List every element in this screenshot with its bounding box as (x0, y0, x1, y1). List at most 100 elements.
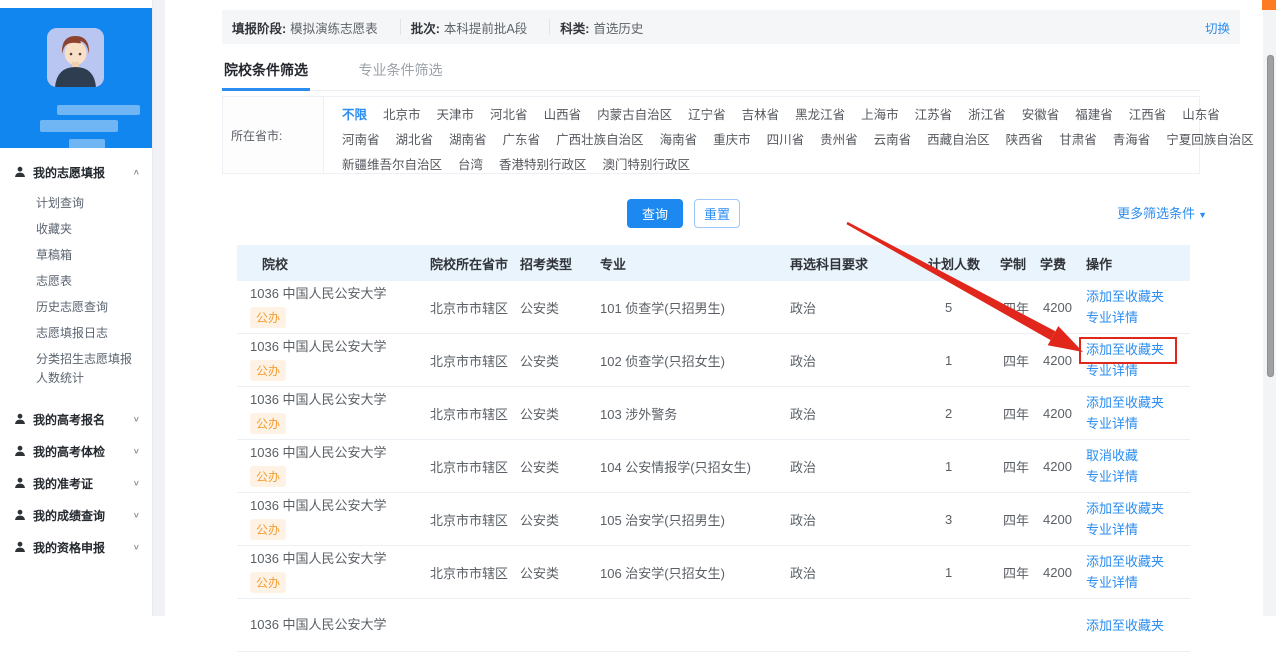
province-option[interactable]: 西藏自治区 (927, 133, 990, 147)
province-option[interactable]: 湖南省 (449, 133, 487, 147)
sidebar-group[interactable]: 我的资格申报 ∨ (0, 531, 152, 563)
duration-cell: 四年 (995, 439, 1035, 493)
sidebar-item[interactable]: 历史志愿查询 (0, 294, 152, 320)
province-option[interactable]: 北京市 (383, 108, 421, 122)
sidebar-item[interactable]: 志愿表 (0, 268, 152, 294)
sidebar-submenu: 计划查询 收藏夹 草稿箱 志愿表 历史志愿查询 志愿填报日志 分类招生志愿填报人数统计 (0, 190, 152, 391)
stage-info-bar: 填报阶段: 模拟演练志愿表 批次: 本科提前批A段 科类: 首选历史 切换 (222, 10, 1240, 44)
province-option[interactable]: 甘肃省 (1059, 133, 1097, 147)
add-to-favorites-link[interactable]: 添加至收藏夹 (1086, 615, 1164, 636)
scrollbar-thumb[interactable] (1267, 55, 1274, 377)
province-option[interactable]: 黑龙江省 (795, 108, 845, 122)
remove-favorite-link[interactable]: 取消收藏 (1086, 445, 1138, 466)
province-option[interactable]: 宁夏回族自治区 (1166, 133, 1254, 147)
add-to-favorites-link[interactable]: 添加至收藏夹 (1086, 551, 1164, 572)
add-to-favorites-link[interactable]: 添加至收藏夹 (1086, 339, 1164, 360)
province-option[interactable]: 上海市 (861, 108, 899, 122)
province-option[interactable]: 山西省 (544, 108, 582, 122)
city-cell: 北京市市辖区 (425, 545, 515, 599)
sidebar-group-volunteer[interactable]: 我的志愿填报 ∧ (0, 160, 152, 184)
province-option[interactable]: 辽宁省 (688, 108, 726, 122)
province-option[interactable]: 天津市 (437, 108, 475, 122)
major-cell: 106 治安学(只招女生) (595, 545, 785, 599)
plan-count-cell: 1 (923, 545, 995, 599)
sidebar-group[interactable]: 我的准考证 ∨ (0, 467, 152, 499)
sidebar-item[interactable]: 分类招生志愿填报人数统计 (0, 346, 152, 391)
public-badge: 公办 (250, 307, 287, 328)
province-option[interactable]: 澳门特别行政区 (603, 158, 691, 172)
sidebar-item[interactable]: 计划查询 (0, 190, 152, 216)
add-to-favorites-link[interactable]: 添加至收藏夹 (1086, 392, 1164, 413)
province-option[interactable]: 湖北省 (396, 133, 434, 147)
sidebar-item[interactable]: 收藏夹 (0, 216, 152, 242)
major-detail-link[interactable]: 专业详情 (1086, 307, 1138, 328)
province-option[interactable]: 陕西省 (1006, 133, 1044, 147)
province-option[interactable]: 台湾 (458, 158, 483, 172)
tab-major-filter[interactable]: 专业条件筛选 (356, 60, 444, 88)
province-option[interactable]: 新疆维吾尔自治区 (342, 158, 442, 172)
province-option[interactable]: 青海省 (1113, 133, 1151, 147)
redacted-user-tag (69, 139, 105, 151)
subject-cell (785, 598, 923, 652)
category-cell (515, 598, 595, 652)
table-row: 1036 中国人民公安大学 公办 北京市市辖区 公安类 105 治安学(只招男生) 政治 3… (237, 492, 1190, 546)
province-option[interactable]: 浙江省 (968, 108, 1006, 122)
province-option[interactable]: 河北省 (490, 108, 528, 122)
reset-button[interactable]: 重置 (694, 199, 740, 228)
province-option[interactable]: 内蒙古自治区 (597, 108, 672, 122)
major-detail-link[interactable]: 专业详情 (1086, 572, 1138, 593)
province-option[interactable]: 广东省 (503, 133, 541, 147)
province-option[interactable]: 贵州省 (820, 133, 858, 147)
sidebar-item[interactable]: 志愿填报日志 (0, 320, 152, 346)
sidebar-group[interactable]: 我的成绩查询 ∨ (0, 499, 152, 531)
province-option[interactable]: 福建省 (1075, 108, 1113, 122)
browser-edge-fragment (1262, 0, 1276, 10)
duration-cell: 四年 (995, 281, 1035, 334)
redacted-user-name (57, 105, 140, 115)
province-option[interactable]: 不限 (342, 108, 367, 122)
province-option[interactable]: 山东省 (1182, 108, 1220, 122)
query-button[interactable]: 查询 (627, 199, 683, 228)
province-option[interactable]: 香港特别行政区 (499, 158, 587, 172)
province-option[interactable]: 广西壮族自治区 (556, 133, 644, 147)
actions-cell: 取消收藏 专业详情 (1081, 439, 1190, 493)
column-header: 学费 (1035, 245, 1081, 281)
plan-table: 院校 院校所在省市 招考类型 专业 再选科目要求 计划人数 学制 学费 操作 1036 中国人民… (237, 245, 1190, 652)
province-filter-panel: 所在省市: 不限 北京市 天津市 河北省 山西省 内蒙古自治区 辽宁省 吉林省 黑龙江省 上海市 江… (222, 96, 1254, 174)
add-to-favorites-link[interactable]: 添加至收藏夹 (1086, 498, 1164, 519)
major-cell: 101 侦查学(只招男生) (595, 281, 785, 334)
school-cell: 1036 中国人民公安大学 公办 (237, 545, 425, 599)
actions-cell: 添加至收藏夹 专业详情 (1081, 386, 1190, 440)
tab-college-filter[interactable]: 院校条件筛选 (222, 60, 310, 91)
major-detail-link[interactable]: 专业详情 (1086, 466, 1138, 487)
add-to-favorites-link[interactable]: 添加至收藏夹 (1086, 286, 1164, 307)
province-option[interactable]: 四川省 (767, 133, 805, 147)
major-cell: 103 涉外警务 (595, 386, 785, 440)
sidebar-group-label: 我的成绩查询 (33, 508, 106, 523)
sidebar-group-label: 我的资格申报 (33, 540, 106, 555)
sidebar-item[interactable]: 草稿箱 (0, 242, 152, 268)
province-option[interactable]: 安徽省 (1022, 108, 1060, 122)
province-option[interactable]: 河南省 (342, 133, 380, 147)
content-gap (153, 0, 165, 616)
more-filters-link[interactable]: 更多筛选条件 ▼ (1110, 203, 1207, 222)
sidebar-group[interactable]: 我的高考报名 ∨ (0, 403, 152, 435)
actions-cell: 添加至收藏夹 专业详情 (1081, 333, 1190, 387)
subject-cell: 政治 (785, 333, 923, 387)
plan-count-cell: 1 (923, 439, 995, 493)
province-option[interactable]: 江西省 (1129, 108, 1167, 122)
major-detail-link[interactable]: 专业详情 (1086, 360, 1138, 381)
province-option[interactable]: 江苏省 (915, 108, 953, 122)
province-option[interactable]: 云南省 (874, 133, 912, 147)
province-option[interactable]: 吉林省 (742, 108, 780, 122)
major-detail-link[interactable]: 专业详情 (1086, 413, 1138, 434)
chevron-down-icon: ∨ (132, 478, 140, 488)
column-header: 计划人数 (923, 245, 995, 281)
city-cell (425, 598, 515, 652)
province-option[interactable]: 重庆市 (713, 133, 751, 147)
table-row: 1036 中国人民公安大学 添加至收藏夹 (237, 598, 1190, 652)
province-option[interactable]: 海南省 (660, 133, 698, 147)
major-detail-link[interactable]: 专业详情 (1086, 519, 1138, 540)
switch-link[interactable]: 切换 (1205, 18, 1240, 37)
sidebar-group[interactable]: 我的高考体检 ∨ (0, 435, 152, 467)
